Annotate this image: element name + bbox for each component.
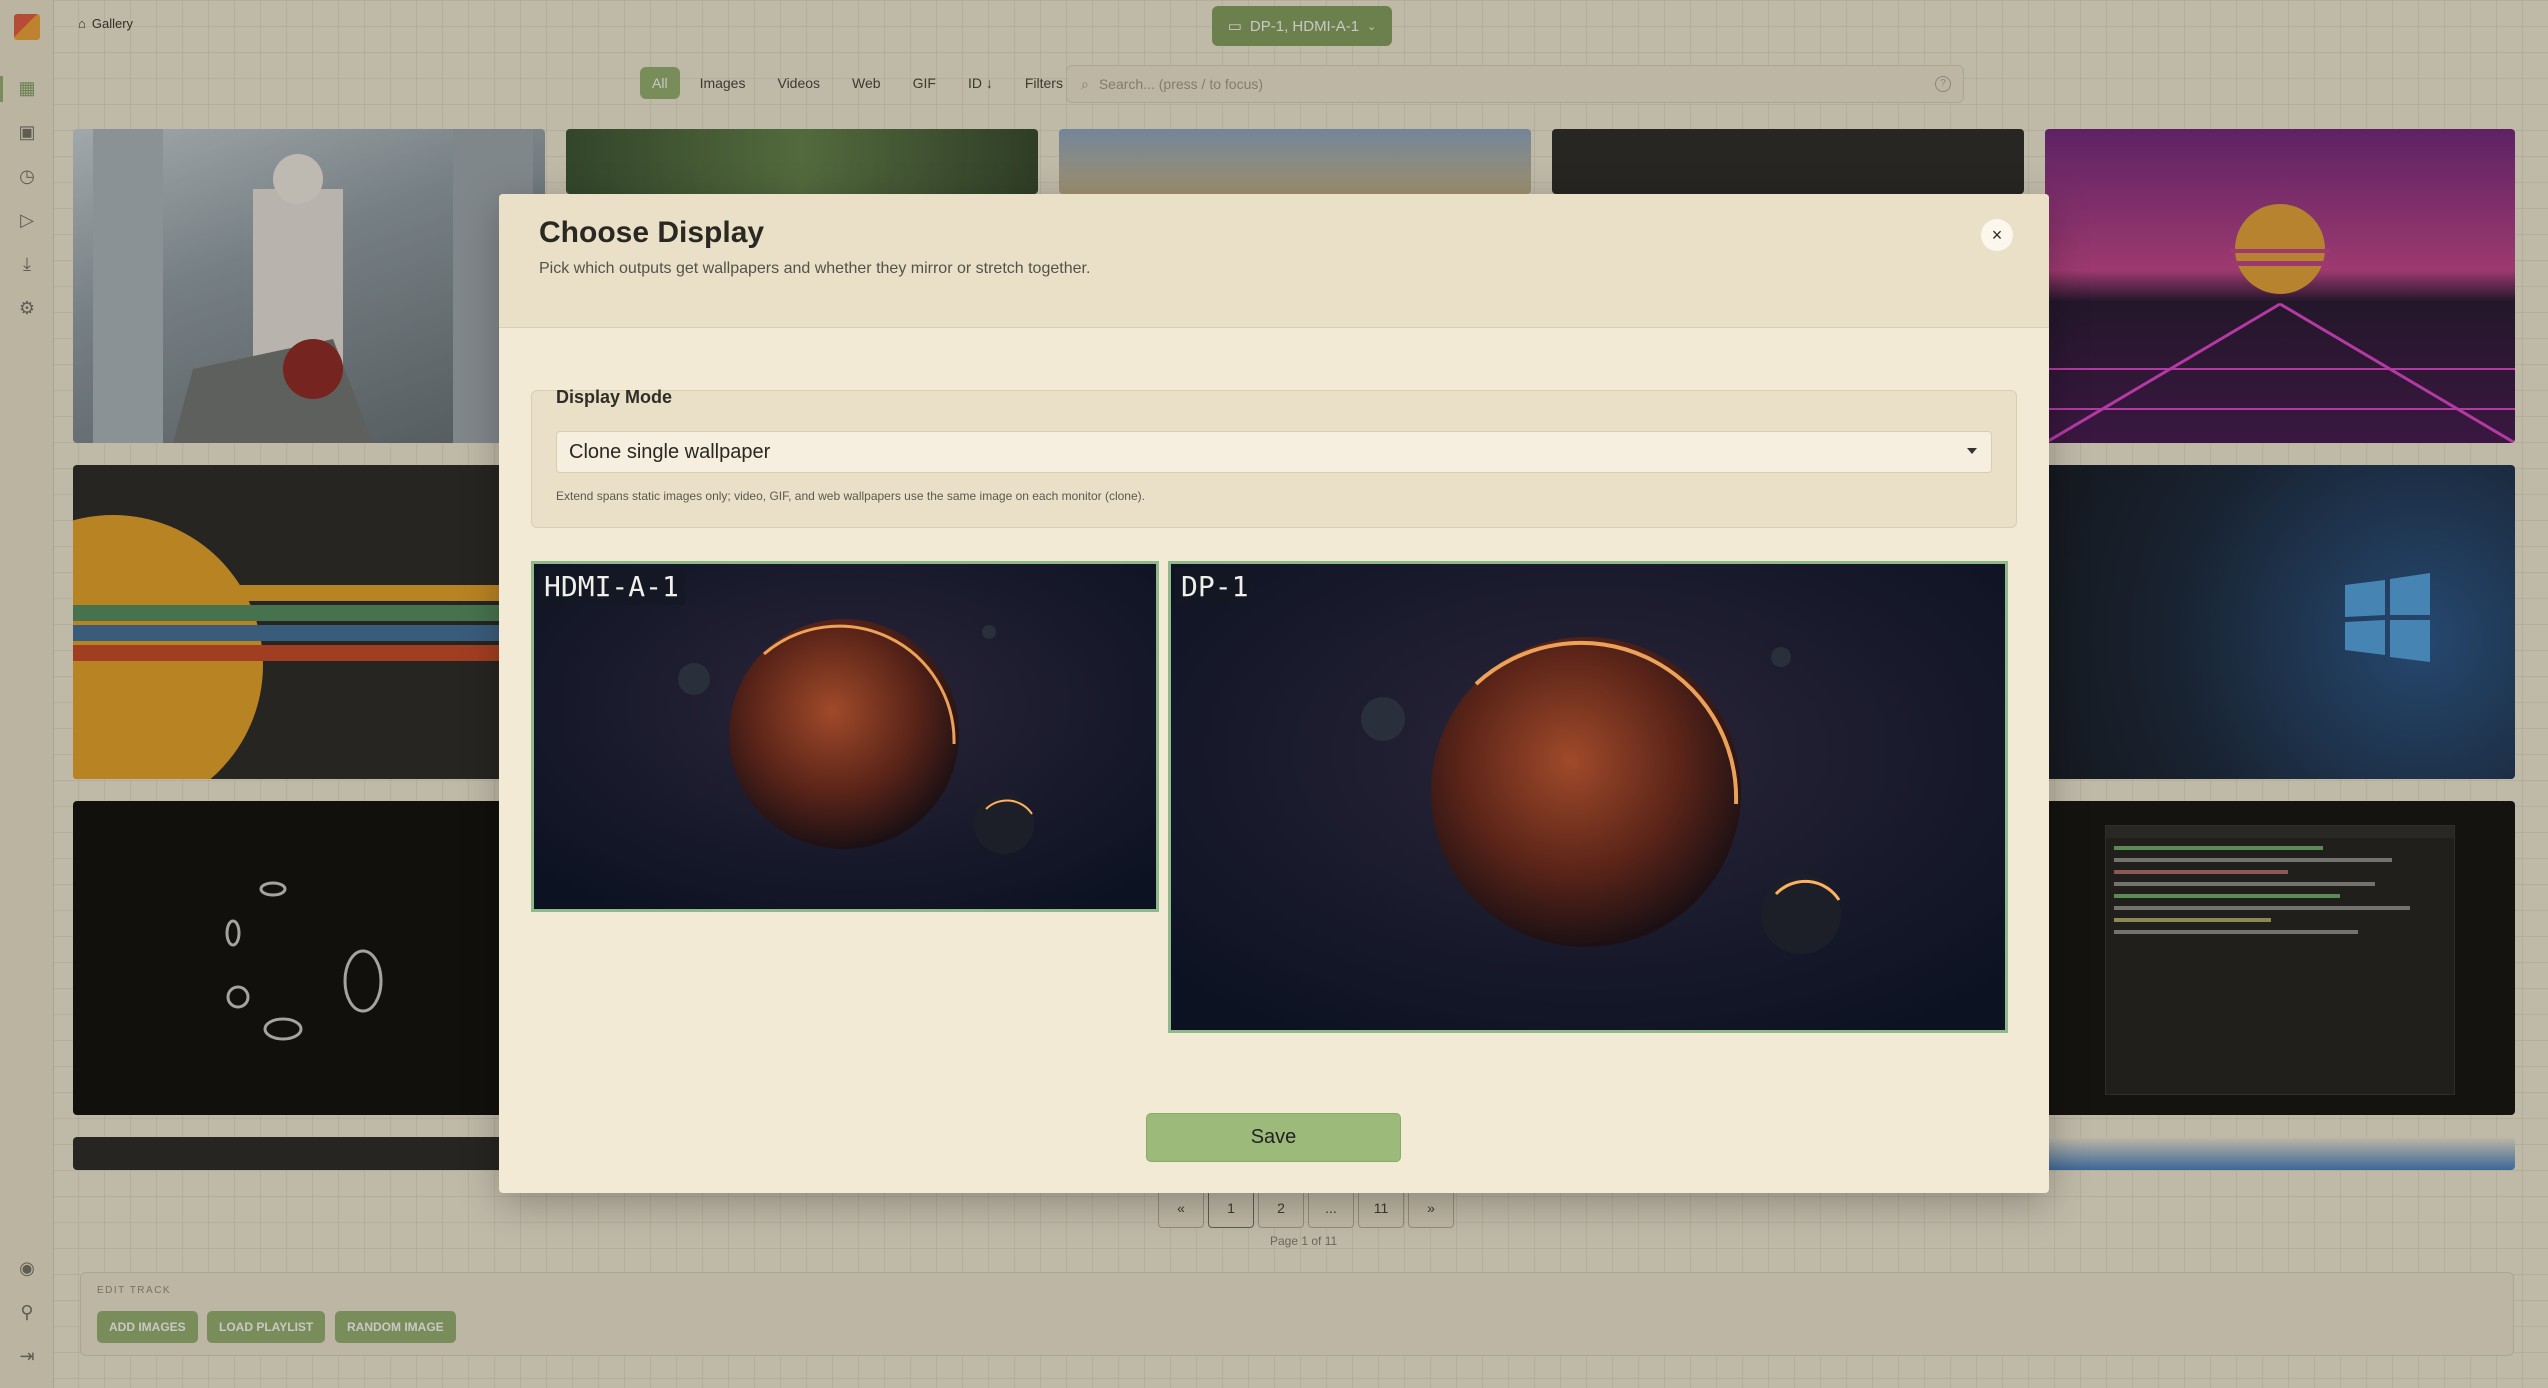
monitor-dp-1[interactable]: DP-1 bbox=[1168, 561, 2008, 1033]
display-mode-note: Extend spans static images only; video, … bbox=[556, 489, 1145, 503]
close-icon[interactable]: × bbox=[1981, 219, 2013, 251]
monitor-label: DP-1 bbox=[1175, 568, 1255, 605]
choose-display-modal: Choose Display Pick which outputs get wa… bbox=[499, 194, 2049, 1193]
display-mode-label: Display Mode bbox=[556, 387, 673, 407]
planet-wallpaper bbox=[534, 564, 1156, 909]
display-mode-select[interactable]: Clone single wallpaper bbox=[556, 431, 1992, 473]
monitor-hdmi-a-1[interactable]: HDMI-A-1 bbox=[531, 561, 1159, 912]
caret-down-icon bbox=[1967, 448, 1977, 454]
display-mode-section: Display Mode Clone single wallpaper Exte… bbox=[531, 387, 2017, 528]
modal-header: Choose Display Pick which outputs get wa… bbox=[499, 194, 2049, 328]
planet-wallpaper bbox=[1171, 564, 2005, 1030]
monitor-label: HDMI-A-1 bbox=[538, 568, 685, 605]
display-mode-value: Clone single wallpaper bbox=[569, 440, 771, 463]
modal-title: Choose Display bbox=[539, 216, 765, 249]
save-button[interactable]: Save bbox=[1146, 1113, 1401, 1162]
modal-subtitle: Pick which outputs get wallpapers and wh… bbox=[539, 260, 1091, 277]
